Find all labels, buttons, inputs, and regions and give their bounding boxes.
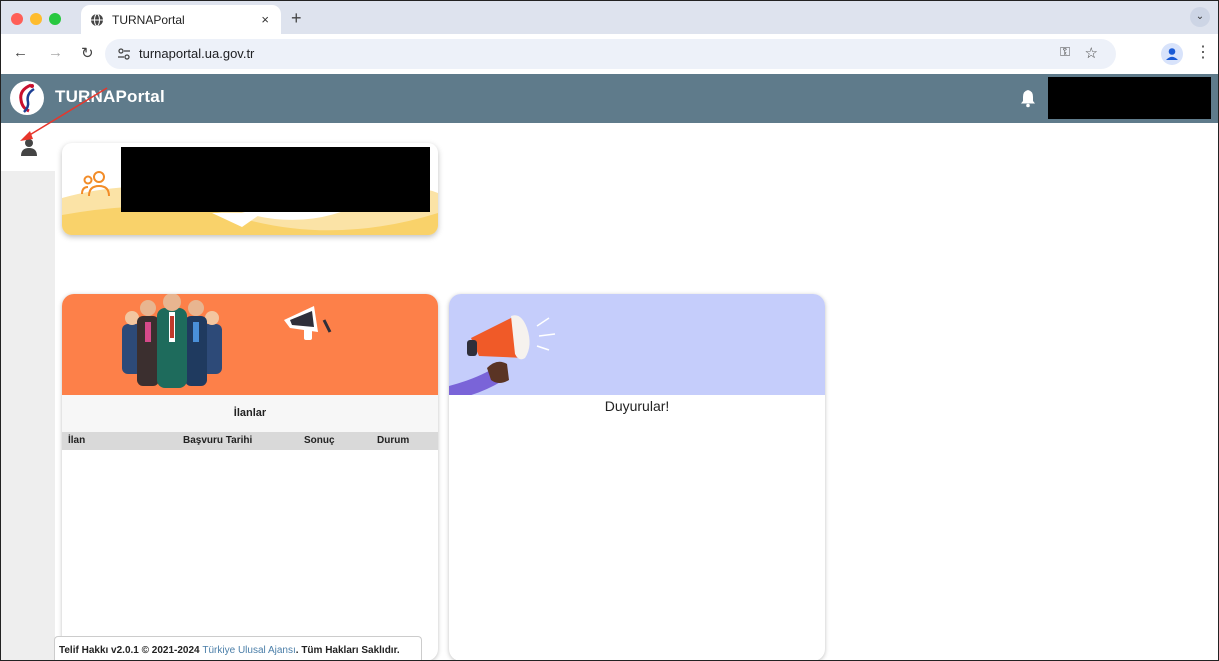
sidebar-item-profile[interactable]: [1, 123, 55, 171]
copyright-footer: Telif Hakkı v2.0.1 © 2021-2024 Türkiye U…: [54, 636, 422, 660]
url-text[interactable]: turnaportal.ua.gov.tr: [139, 46, 254, 61]
user-icon: [21, 139, 37, 156]
redacted-profile-info: [121, 147, 430, 212]
back-button[interactable]: ←: [13, 44, 28, 61]
globe-icon: [91, 13, 103, 26]
sidebar: [1, 123, 55, 660]
column-header-ilan[interactable]: İlan: [68, 435, 85, 446]
tab-search-button[interactable]: ⌄: [1190, 7, 1210, 27]
address-bar[interactable]: turnaportal.ua.gov.tr ⚿ ☆: [105, 39, 1116, 69]
agency-link[interactable]: Türkiye Ulusal Ajansı: [202, 645, 295, 656]
tab-title: TURNAPortal: [112, 12, 185, 27]
duyurular-banner-illustration: [449, 294, 825, 395]
people-icon: [81, 171, 110, 197]
profile-summary-card[interactable]: [62, 143, 438, 235]
bell-icon[interactable]: [1019, 88, 1037, 108]
column-header-durum[interactable]: Durum: [377, 435, 409, 446]
column-header-sonuc[interactable]: Sonuç: [304, 435, 335, 446]
column-header-basvuru-tarihi[interactable]: Başvuru Tarihi: [183, 435, 252, 446]
site-settings-icon[interactable]: [115, 45, 133, 63]
maximize-window-button[interactable]: [49, 13, 61, 25]
copyright-suffix: . Tüm Hakları Saklıdır.: [295, 645, 400, 656]
ilanlar-table-header: İlan Başvuru Tarihi Sonuç Durum: [62, 432, 438, 450]
turna-logo-icon[interactable]: [9, 80, 45, 116]
reload-button[interactable]: ↻: [81, 44, 94, 62]
window-controls: [11, 13, 61, 25]
browser-tab[interactable]: TURNAPortal ×: [81, 5, 281, 34]
password-key-icon[interactable]: ⚿: [1060, 44, 1070, 60]
browser-toolbar: ← → ↻ turnaportal.ua.gov.tr ⚿ ☆ ⋮: [1, 34, 1218, 74]
forward-button[interactable]: →: [48, 44, 63, 61]
browser-profile-button[interactable]: [1161, 43, 1183, 65]
browser-tab-strip: TURNAPortal × + ⌄: [1, 1, 1218, 34]
screenshot-frame: TURNAPortal × + ⌄ ← → ↻ turnaportal.ua.g…: [0, 0, 1219, 661]
browser-menu-icon[interactable]: ⋮: [1195, 43, 1211, 63]
redacted-user-info: [1048, 77, 1211, 119]
ilanlar-title: İlanlar: [62, 395, 438, 432]
chevron-down-icon: ⌄: [1195, 11, 1205, 22]
bookmark-star-icon[interactable]: ☆: [1085, 44, 1098, 62]
app-header: TURNAPortal: [1, 74, 1218, 123]
copyright-prefix: Telif Hakkı v2.0.1 © 2021-2024: [59, 645, 203, 656]
minimize-window-button[interactable]: [30, 13, 42, 25]
profile-avatar-icon: [1166, 48, 1178, 60]
close-window-button[interactable]: [11, 13, 23, 25]
ilanlar-card: İlanlar İlan Başvuru Tarihi Sonuç Durum: [62, 294, 438, 660]
tab-close-icon[interactable]: ×: [261, 12, 269, 27]
duyurular-card: Duyurular!: [449, 294, 825, 660]
app-name[interactable]: TURNAPortal: [55, 87, 165, 107]
ilanlar-banner-illustration: [62, 294, 438, 395]
duyurular-title: Duyurular!: [604, 398, 670, 414]
new-tab-button[interactable]: +: [291, 8, 302, 29]
